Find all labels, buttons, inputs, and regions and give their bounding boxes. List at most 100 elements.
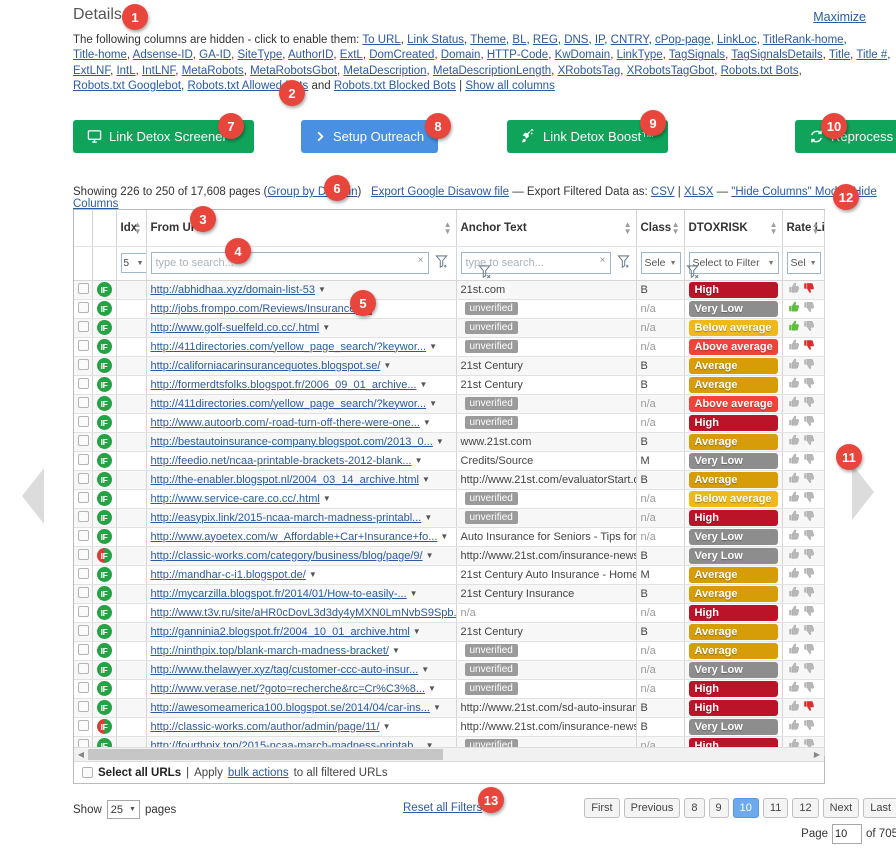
rate-up-button[interactable] xyxy=(787,472,800,487)
sort-icon-from-url[interactable]: ▲ ▼ xyxy=(444,220,452,235)
hidden-column-link[interactable]: LinkLoc xyxy=(717,34,757,46)
hidden-column-link[interactable]: Theme xyxy=(470,34,506,46)
rate-down-button[interactable] xyxy=(802,415,815,430)
row-menu-caret-icon[interactable]: ▼ xyxy=(440,532,448,541)
th-dtoxrisk[interactable]: DTOXRISK ▲ ▼ xyxy=(684,210,783,247)
hidden-column-link[interactable]: XRobotsTag xyxy=(558,65,621,77)
hidden-column-link[interactable]: Robots.txt Googlebot xyxy=(73,80,181,92)
rate-up-button[interactable] xyxy=(787,415,800,430)
row-checkbox[interactable] xyxy=(78,586,89,598)
row-checkbox[interactable] xyxy=(78,529,89,541)
rate-down-button[interactable] xyxy=(802,719,815,734)
row-menu-caret-icon[interactable]: ▼ xyxy=(428,684,436,693)
hidden-column-link[interactable]: IntL xyxy=(116,65,135,77)
table-row[interactable]: IF http://abhidhaa.xyz/domain-list-53 ▼ 21s… xyxy=(74,280,825,300)
rate-up-button[interactable] xyxy=(787,624,800,639)
table-row[interactable]: IF http://classic-works.com/author/admin/… xyxy=(74,717,825,737)
pagination-button-first[interactable]: First xyxy=(584,798,620,818)
row-menu-caret-icon[interactable]: ▼ xyxy=(413,627,421,636)
anchor-clear-filter-icon[interactable] xyxy=(686,264,699,282)
hidden-column-link[interactable]: IP xyxy=(595,34,604,46)
row-checkbox[interactable] xyxy=(78,605,89,617)
hidden-column-link[interactable]: CNTRY xyxy=(611,34,649,46)
row-checkbox[interactable] xyxy=(78,320,89,332)
setup-outreach-button[interactable]: Setup Outreach xyxy=(301,120,439,153)
from-url-link[interactable]: http://www.autoorb.com/-road-turn-off-th… xyxy=(151,417,420,429)
pagination-button-last[interactable]: Last xyxy=(863,798,896,818)
hidden-column-link[interactable]: DNS xyxy=(564,34,588,46)
scroll-left-icon[interactable]: ◀ xyxy=(74,750,88,759)
row-checkbox[interactable] xyxy=(78,377,89,389)
rate-down-button[interactable] xyxy=(802,472,815,487)
rate-up-button[interactable] xyxy=(787,662,800,677)
row-menu-caret-icon[interactable]: ▼ xyxy=(436,437,444,446)
hidden-column-link[interactable]: BL xyxy=(512,34,526,46)
row-menu-caret-icon[interactable]: ▼ xyxy=(322,323,330,332)
rate-up-button[interactable] xyxy=(787,377,800,392)
hidden-column-link[interactable]: AuthorID xyxy=(288,49,333,61)
row-checkbox[interactable] xyxy=(78,434,89,446)
rate-down-button[interactable] xyxy=(802,282,815,297)
rate-up-button[interactable] xyxy=(787,510,800,525)
rate-down-button[interactable] xyxy=(802,548,815,563)
hidden-column-link[interactable]: Link Status xyxy=(407,34,464,46)
rate-down-button[interactable] xyxy=(802,681,815,696)
table-row[interactable]: IF http://411directories.com/yellow_page_… xyxy=(74,394,825,414)
rate-up-button[interactable] xyxy=(787,681,800,696)
table-row[interactable]: IF http://classic-works.com/category/busi… xyxy=(74,546,825,566)
pagination-button-10[interactable]: 10 xyxy=(732,798,759,818)
th-class[interactable]: Class ▲ ▼ xyxy=(636,210,685,247)
row-checkbox[interactable] xyxy=(78,472,89,484)
th-anchor-text[interactable]: Anchor Text ▲ ▼ xyxy=(456,210,637,247)
export-xlsx-link[interactable]: XLSX xyxy=(684,186,713,198)
rate-down-button[interactable] xyxy=(802,662,815,677)
rate-up-button[interactable] xyxy=(787,453,800,468)
table-row[interactable]: IF http://www.golf-suelfeld.co.cc/.html ▼ u… xyxy=(74,318,825,338)
from-url-link[interactable]: http://411directories.com/yellow_page_se… xyxy=(151,398,427,410)
rate-up-button[interactable] xyxy=(787,529,800,544)
rate-down-button[interactable] xyxy=(802,586,815,601)
row-checkbox[interactable] xyxy=(78,643,89,655)
rate-up-button[interactable] xyxy=(787,434,800,449)
rate-up-button[interactable] xyxy=(787,719,800,734)
row-checkbox[interactable] xyxy=(78,396,89,408)
prev-page-arrow-icon[interactable] xyxy=(22,468,44,524)
row-menu-caret-icon[interactable]: ▼ xyxy=(410,589,418,598)
rate-filter-select[interactable]: Sel ▼ xyxy=(786,252,821,274)
sort-icon-rate-link[interactable]: ▲ ▼ xyxy=(812,220,820,235)
page-size-select[interactable]: 25 ▼ xyxy=(106,800,140,819)
rate-down-button[interactable] xyxy=(802,358,815,373)
from-url-link[interactable]: http://formerdtsfolks.blogspot.fr/2006_0… xyxy=(151,379,417,391)
row-menu-caret-icon[interactable]: ▼ xyxy=(415,456,423,465)
rate-down-button[interactable] xyxy=(802,320,815,335)
row-checkbox[interactable] xyxy=(78,415,89,427)
row-menu-caret-icon[interactable]: ▼ xyxy=(318,285,326,294)
next-page-arrow-icon[interactable] xyxy=(852,464,874,520)
row-menu-caret-icon[interactable]: ▼ xyxy=(392,646,400,655)
rate-up-button[interactable] xyxy=(787,301,800,316)
rate-up-button[interactable] xyxy=(787,320,800,335)
table-row[interactable]: IF http://jobs.frompo.com/Reviews/Insuran… xyxy=(74,299,825,319)
hidden-column-link[interactable]: ExtLNF xyxy=(73,65,110,77)
rate-down-button[interactable] xyxy=(802,301,815,316)
row-menu-caret-icon[interactable]: ▼ xyxy=(383,722,391,731)
hidden-column-link[interactable]: Title # xyxy=(856,49,887,61)
pagination-button-12[interactable]: 12 xyxy=(792,798,819,818)
hidden-column-link[interactable]: Robots.txt Bots xyxy=(721,65,799,77)
rate-down-button[interactable] xyxy=(802,377,815,392)
table-row[interactable]: IF http://www.t3v.ru/site/aHR0cDovL3d3dy4… xyxy=(74,603,825,623)
from-url-link[interactable]: http://www.golf-suelfeld.co.cc/.html xyxy=(151,322,320,334)
row-checkbox[interactable] xyxy=(78,624,89,636)
row-menu-caret-icon[interactable]: ▼ xyxy=(309,570,317,579)
reset-all-filters-link[interactable]: Reset all Filters xyxy=(403,802,482,814)
rate-up-button[interactable] xyxy=(787,567,800,582)
row-menu-caret-icon[interactable]: ▼ xyxy=(433,703,441,712)
class-filter-select[interactable]: Sele ▼ xyxy=(640,252,681,274)
table-row[interactable]: IF http://easypix.link/2015-ncaa-march-ma… xyxy=(74,508,825,528)
hidden-column-link-robots-blocked[interactable]: Robots.txt Blocked Bots xyxy=(334,80,456,92)
table-row[interactable]: IF http://ninthpix.top/blank-march-madnes… xyxy=(74,641,825,661)
table-row[interactable]: IF http://www.ayoetex.com/w_Affordable+Ca… xyxy=(74,527,825,547)
scrollbar-track[interactable] xyxy=(88,749,810,760)
row-checkbox[interactable] xyxy=(78,700,89,712)
rate-down-button[interactable] xyxy=(802,605,815,620)
